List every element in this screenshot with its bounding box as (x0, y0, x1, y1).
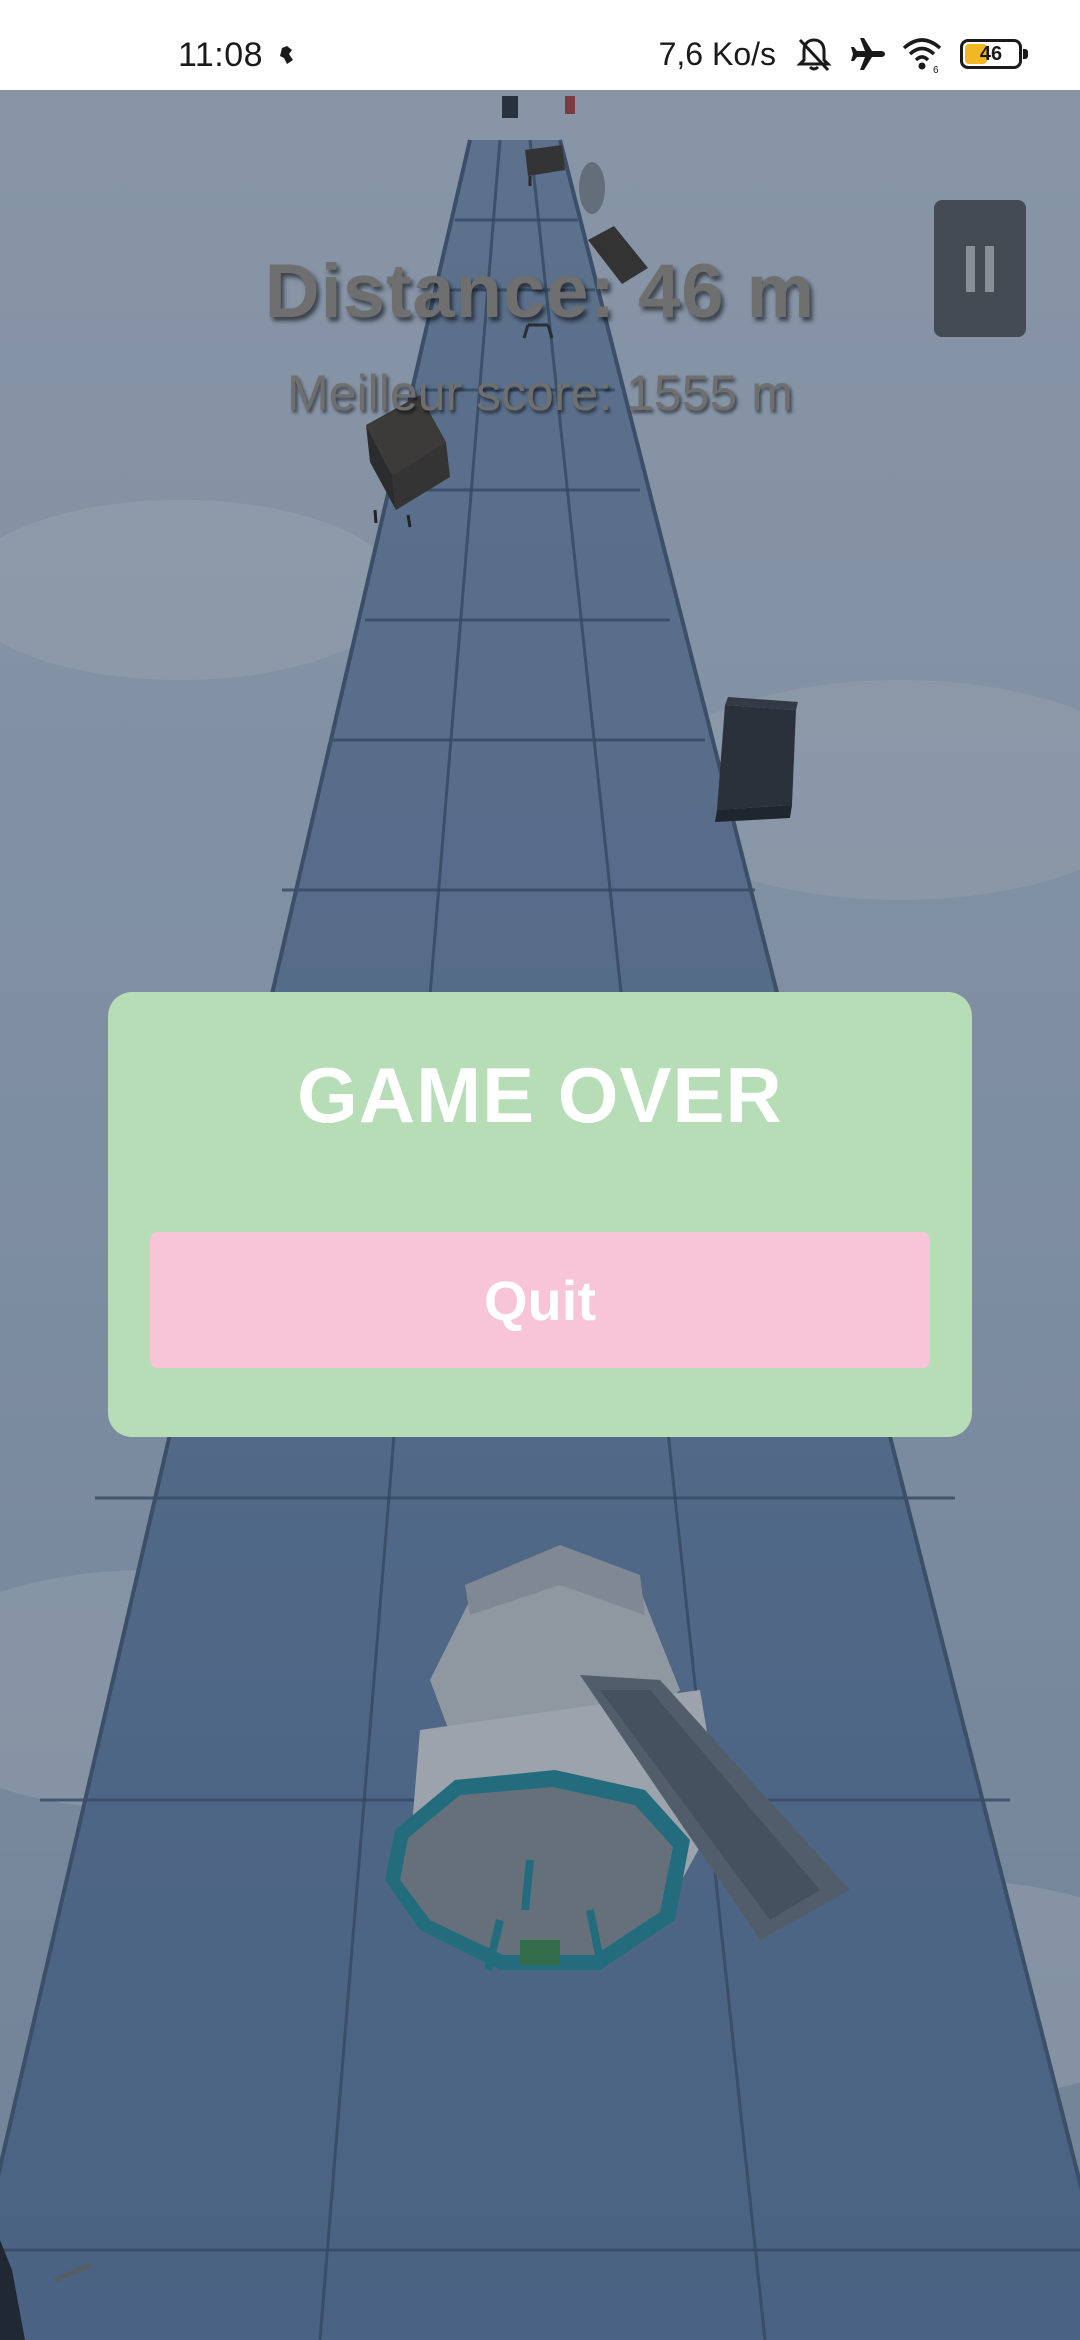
network-speed: 7,6 Ko/s (658, 35, 776, 72)
pause-button[interactable] (934, 200, 1026, 337)
game-over-title: GAME OVER (297, 1051, 783, 1139)
battery-level: 46 (979, 42, 1003, 65)
quit-button[interactable]: Quit (150, 1232, 930, 1368)
svg-text:6: 6 (933, 65, 939, 74)
app-notification-icon (280, 46, 293, 64)
obstacle-barrel (579, 162, 605, 214)
pause-icon-bar (985, 245, 994, 292)
pause-icon (966, 245, 975, 292)
game-screen: 11:08 7,6 Ko/s 6 46 Distance: 46 m Meill… (0, 0, 1080, 2340)
airplane-mode-icon (851, 38, 885, 70)
distance-label: Distance: 46 m (264, 249, 816, 334)
status-bar: 11:08 7,6 Ko/s 6 46 (0, 0, 1080, 90)
obstacle-small (502, 96, 518, 118)
status-indicators: 7,6 Ko/s 6 46 (658, 34, 1028, 74)
status-time: 11:08 (178, 36, 264, 74)
obstacle-crate (715, 697, 798, 822)
obstacle-red (565, 96, 575, 114)
game-over-panel: GAME OVER Quit (108, 992, 972, 1437)
wifi-icon: 6 (902, 38, 942, 74)
bell-muted-icon (796, 38, 832, 72)
best-score-label: Meilleur score: 1555 m (287, 365, 793, 421)
battery-icon: 46 (960, 39, 1028, 69)
